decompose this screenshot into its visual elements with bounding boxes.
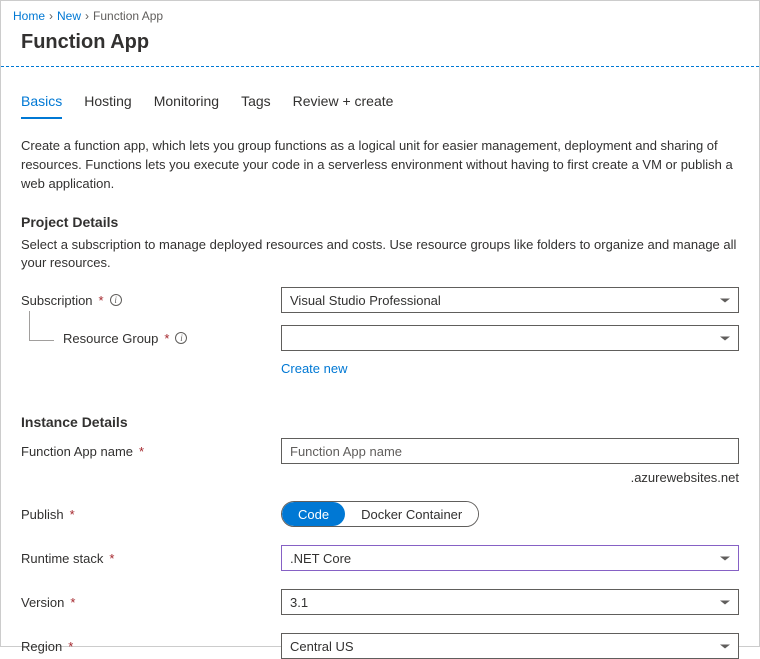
info-icon[interactable]: i <box>110 294 122 306</box>
tab-tags[interactable]: Tags <box>241 87 271 119</box>
tab-basics[interactable]: Basics <box>21 87 62 119</box>
runtime-value: .NET Core <box>290 551 351 566</box>
chevron-down-icon <box>720 644 730 648</box>
breadcrumb-home[interactable]: Home <box>13 9 45 23</box>
app-name-label: Function App name <box>21 444 133 459</box>
publish-label: Publish <box>21 507 64 522</box>
chevron-right-icon: › <box>49 9 53 23</box>
publish-option-code[interactable]: Code <box>282 502 345 526</box>
info-icon[interactable]: i <box>175 332 187 344</box>
chevron-right-icon: › <box>85 9 89 23</box>
instance-details-heading: Instance Details <box>21 414 739 430</box>
tab-hosting[interactable]: Hosting <box>84 87 131 119</box>
version-value: 3.1 <box>290 595 308 610</box>
region-select[interactable]: Central US <box>281 633 739 659</box>
required-indicator: * <box>99 293 104 308</box>
app-name-input[interactable]: Function App name <box>281 438 739 464</box>
subscription-select[interactable]: Visual Studio Professional <box>281 287 739 313</box>
chevron-down-icon <box>720 600 730 604</box>
publish-option-docker[interactable]: Docker Container <box>345 502 478 526</box>
runtime-label: Runtime stack <box>21 551 103 566</box>
indent-connector <box>29 311 54 341</box>
chevron-down-icon <box>720 298 730 302</box>
resource-group-label: Resource Group <box>63 331 158 346</box>
tabs: Basics Hosting Monitoring Tags Review + … <box>21 87 739 119</box>
version-select[interactable]: 3.1 <box>281 589 739 615</box>
version-label: Version <box>21 595 64 610</box>
required-indicator: * <box>70 595 75 610</box>
region-value: Central US <box>290 639 354 654</box>
resource-group-select[interactable] <box>281 325 739 351</box>
required-indicator: * <box>68 639 73 654</box>
create-new-link[interactable]: Create new <box>281 361 347 376</box>
page-title: Function App <box>1 29 759 66</box>
required-indicator: * <box>109 551 114 566</box>
region-label: Region <box>21 639 62 654</box>
app-name-placeholder: Function App name <box>290 444 402 459</box>
tab-review-create[interactable]: Review + create <box>293 87 394 119</box>
chevron-down-icon <box>720 336 730 340</box>
project-details-desc: Select a subscription to manage deployed… <box>21 236 739 274</box>
app-name-suffix: .azurewebsites.net <box>21 470 739 485</box>
subscription-label: Subscription <box>21 293 93 308</box>
project-details-heading: Project Details <box>21 214 739 230</box>
required-indicator: * <box>139 444 144 459</box>
breadcrumb-new[interactable]: New <box>57 9 81 23</box>
breadcrumb: Home › New › Function App <box>1 1 759 29</box>
publish-toggle: Code Docker Container <box>281 501 479 527</box>
tab-monitoring[interactable]: Monitoring <box>154 87 219 119</box>
breadcrumb-current: Function App <box>93 9 163 23</box>
required-indicator: * <box>164 331 169 346</box>
chevron-down-icon <box>720 556 730 560</box>
intro-text: Create a function app, which lets you gr… <box>21 137 739 194</box>
runtime-select[interactable]: .NET Core <box>281 545 739 571</box>
subscription-value: Visual Studio Professional <box>290 293 441 308</box>
required-indicator: * <box>70 507 75 522</box>
